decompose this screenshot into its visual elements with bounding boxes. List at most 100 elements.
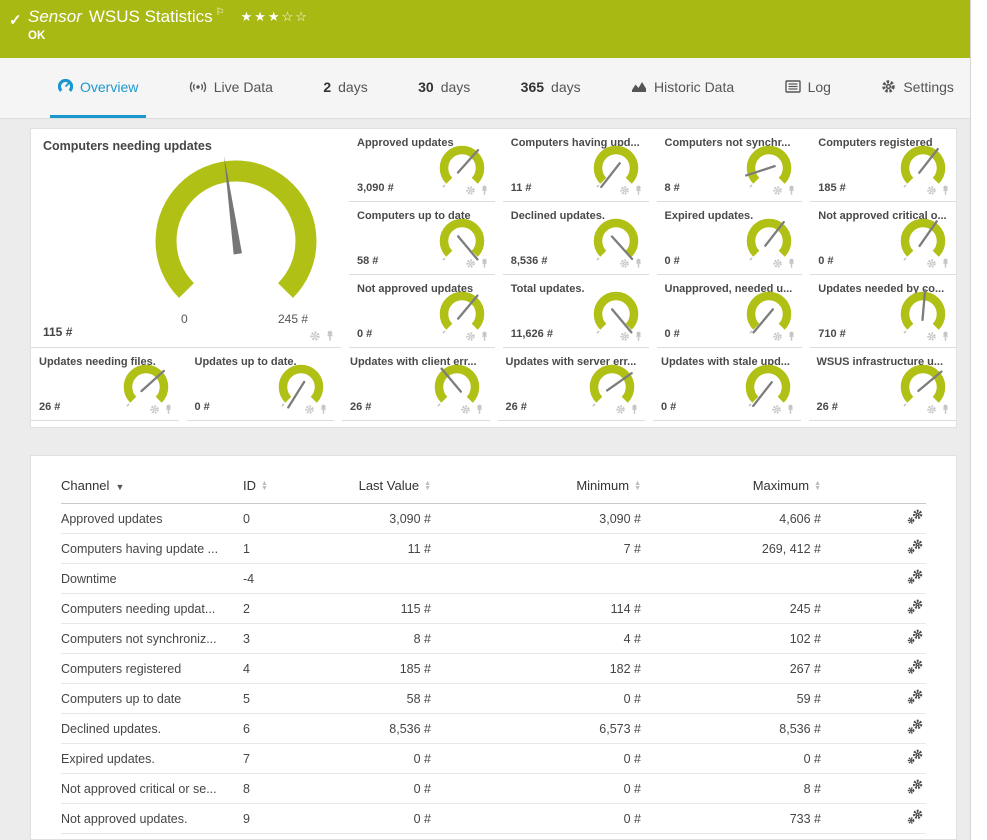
channel-row-computers-up-to-date[interactable]: Computers up to date558 #0 #59 #	[61, 684, 926, 714]
gauge-cell-approved-updates[interactable]: Approved updates 3,090 #	[349, 129, 495, 202]
tab-log[interactable]: Log	[777, 58, 839, 118]
channel-row-not-approved-critical-or-se[interactable]: Not approved critical or se...80 #0 #8 #	[61, 774, 926, 804]
channel-settings-gears-icon[interactable]	[907, 629, 924, 645]
channel-row-expired-updates[interactable]: Expired updates.70 #0 #0 #	[61, 744, 926, 774]
gear-icon[interactable]	[615, 404, 626, 415]
tab-settings[interactable]: Settings	[873, 58, 962, 118]
channel-row-computers-having-update[interactable]: Computers having update ...111 #7 #269, …	[61, 534, 926, 564]
tab-historic-data[interactable]: Historic Data	[623, 58, 742, 118]
pin-icon[interactable]	[786, 185, 797, 196]
tab-365-days[interactable]: 365days	[513, 58, 589, 118]
gear-icon[interactable]	[772, 258, 783, 269]
gauge-grid: Approved updates 3,090 # Computers havin…	[349, 129, 956, 348]
gauge-dial	[270, 360, 332, 410]
channel-row-approved-updates[interactable]: Approved updates03,090 #3,090 #4,606 #	[61, 504, 926, 534]
column-header-maximum[interactable]: Maximum▲▼	[641, 472, 821, 504]
channel-settings-gears-icon[interactable]	[907, 809, 924, 825]
gauge-cell-updates-needed-by-co[interactable]: Updates needed by co... 710 #	[810, 275, 956, 348]
pin-icon[interactable]	[479, 258, 490, 269]
channel-row-downtime[interactable]: Downtime-4	[61, 564, 926, 594]
channel-settings-gears-icon[interactable]	[907, 689, 924, 705]
channel-settings-gears-icon[interactable]	[907, 569, 924, 585]
tab-live-data[interactable]: Live Data	[181, 58, 281, 118]
channel-settings-gears-icon[interactable]	[907, 599, 924, 615]
column-header-id[interactable]: ID▲▼	[243, 472, 343, 504]
gear-icon[interactable]	[926, 258, 937, 269]
pin-icon[interactable]	[324, 330, 336, 342]
gear-icon[interactable]	[926, 331, 937, 342]
gauge-value: 58 #	[357, 255, 378, 267]
pin-icon[interactable]	[786, 258, 797, 269]
channel-row-not-approved-updates[interactable]: Not approved updates.90 #0 #733 #	[61, 804, 926, 834]
gauge-cell-updates-up-to-date[interactable]: Updates up to date. 0 #	[187, 348, 335, 421]
column-header-last-value[interactable]: Last Value▲▼	[343, 472, 431, 504]
pin-icon[interactable]	[163, 404, 174, 415]
channel-row-computers-not-synchroniz[interactable]: Computers not synchroniz...38 #4 #102 #	[61, 624, 926, 654]
gear-icon[interactable]	[149, 404, 160, 415]
pin-icon[interactable]	[940, 258, 951, 269]
pin-icon[interactable]	[474, 404, 485, 415]
flag-icon[interactable]: ⚐	[216, 7, 225, 18]
pin-icon[interactable]	[479, 185, 490, 196]
pin-icon[interactable]	[940, 185, 951, 196]
gauge-cell-declined-updates[interactable]: Declined updates. 8,536 #	[503, 202, 649, 275]
pin-icon[interactable]	[633, 331, 644, 342]
priority-rating[interactable]: ★★★☆☆	[241, 9, 309, 25]
gauge-cell-computers-not-synchr[interactable]: Computers not synchr... 8 #	[657, 129, 803, 202]
pin-icon[interactable]	[479, 331, 490, 342]
column-header-minimum[interactable]: Minimum▲▼	[431, 472, 641, 504]
tab-overview[interactable]: Overview	[50, 58, 146, 118]
gear-icon[interactable]	[619, 258, 630, 269]
channel-row-computers-needing-updat[interactable]: Computers needing updat...2115 #114 #245…	[61, 594, 926, 624]
main-gauge-cell[interactable]: Computers needing updates 0 245 # 115 #	[31, 129, 341, 348]
gauge-cell-wsus-infrastructure-u[interactable]: WSUS infrastructure u... 26 #	[809, 348, 957, 421]
gauge-cell-unapproved-needed-u[interactable]: Unapproved, needed u... 0 #	[657, 275, 803, 348]
gear-icon[interactable]	[619, 331, 630, 342]
gear-icon[interactable]	[465, 185, 476, 196]
pin-icon[interactable]	[633, 258, 644, 269]
channel-settings-gears-icon[interactable]	[907, 719, 924, 735]
pin-icon[interactable]	[629, 404, 640, 415]
pin-icon[interactable]	[318, 404, 329, 415]
gear-icon[interactable]	[772, 331, 783, 342]
channel-row-declined-updates[interactable]: Declined updates.68,536 #6,573 #8,536 #	[61, 714, 926, 744]
gear-icon[interactable]	[772, 185, 783, 196]
gauge-cell-not-approved-updates[interactable]: Not approved updates 0 #	[349, 275, 495, 348]
tab-2-days[interactable]: 2days	[315, 58, 375, 118]
gear-icon[interactable]	[309, 330, 321, 342]
pin-icon[interactable]	[940, 331, 951, 342]
tab-label: days	[441, 79, 471, 95]
column-header-channel[interactable]: Channel▼	[61, 472, 243, 504]
gear-icon[interactable]	[926, 185, 937, 196]
pin-icon[interactable]	[940, 404, 951, 415]
channel-settings-gears-icon[interactable]	[907, 659, 924, 675]
channel-maximum: 0 #	[641, 744, 821, 774]
gauge-cell-expired-updates[interactable]: Expired updates. 0 #	[657, 202, 803, 275]
scrollbar[interactable]	[970, 0, 987, 840]
channel-settings-gears-icon[interactable]	[907, 779, 924, 795]
channel-settings-gears-icon[interactable]	[907, 749, 924, 765]
tab-30-days[interactable]: 30days	[410, 58, 478, 118]
gear-icon[interactable]	[926, 404, 937, 415]
gear-icon[interactable]	[771, 404, 782, 415]
gauge-cell-computers-having-upd[interactable]: Computers having upd... 11 #	[503, 129, 649, 202]
gauge-cell-not-approved-critical-o[interactable]: Not approved critical o... 0 #	[810, 202, 956, 275]
pin-icon[interactable]	[633, 185, 644, 196]
gauge-cell-updates-with-stale-upd[interactable]: Updates with stale upd... 0 #	[653, 348, 801, 421]
gear-icon[interactable]	[460, 404, 471, 415]
channel-settings-gears-icon[interactable]	[907, 509, 924, 525]
gauge-cell-updates-with-server-err[interactable]: Updates with server err... 26 #	[498, 348, 646, 421]
channel-row-computers-registered[interactable]: Computers registered4185 #182 #267 #	[61, 654, 926, 684]
gauge-cell-computers-up-to-date[interactable]: Computers up to date 58 #	[349, 202, 495, 275]
gear-icon[interactable]	[465, 331, 476, 342]
channel-settings-gears-icon[interactable]	[907, 539, 924, 555]
gauge-cell-updates-needing-files[interactable]: Updates needing files. 26 #	[31, 348, 179, 421]
gauge-cell-computers-registered[interactable]: Computers registered 185 #	[810, 129, 956, 202]
gear-icon[interactable]	[619, 185, 630, 196]
pin-icon[interactable]	[786, 331, 797, 342]
pin-icon[interactable]	[785, 404, 796, 415]
gauge-cell-total-updates[interactable]: Total updates. 11,626 #	[503, 275, 649, 348]
gear-icon[interactable]	[465, 258, 476, 269]
gauge-cell-updates-with-client-err[interactable]: Updates with client err... 26 #	[342, 348, 490, 421]
gear-icon[interactable]	[304, 404, 315, 415]
